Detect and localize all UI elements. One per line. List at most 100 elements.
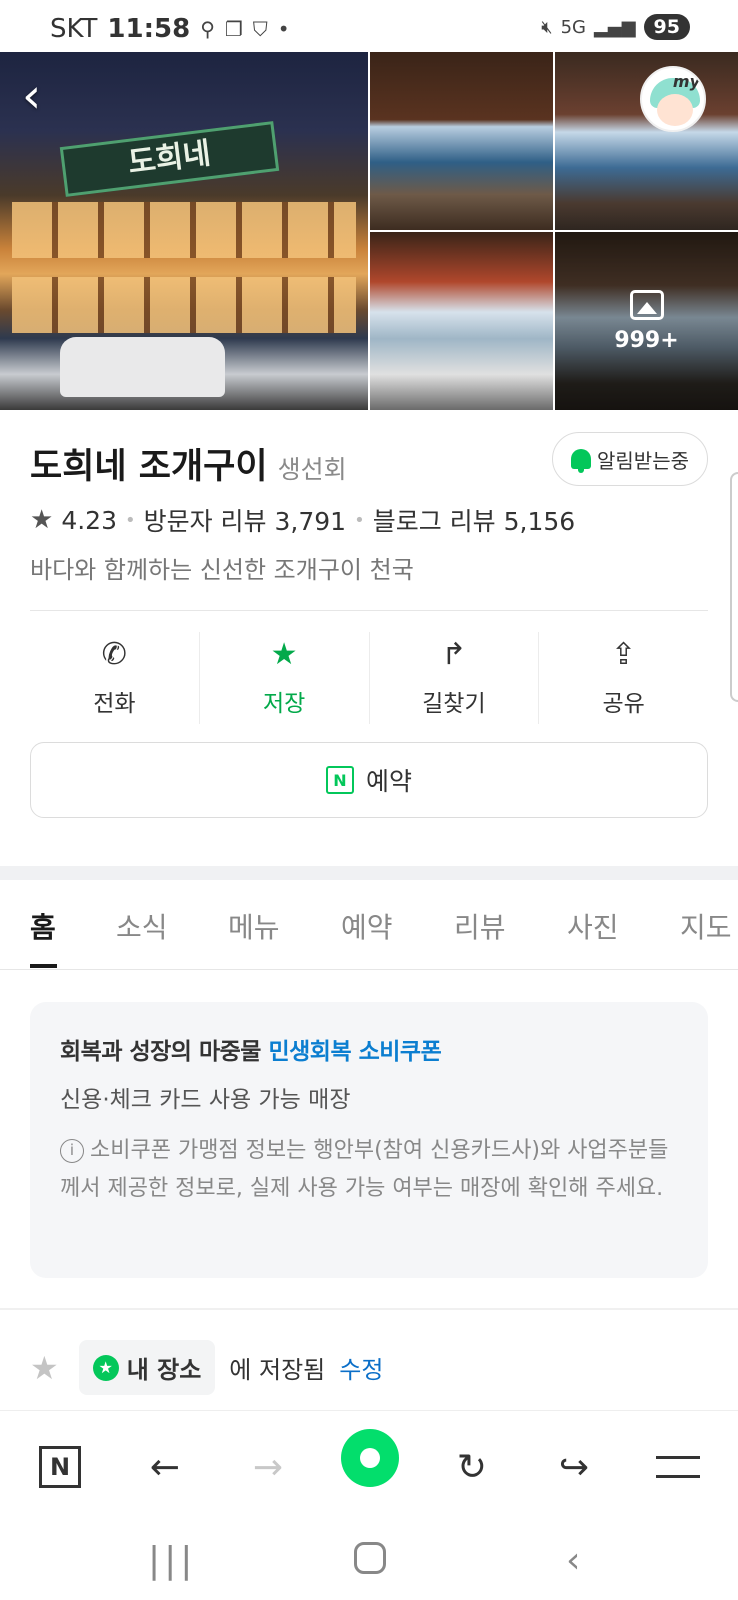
tab-map[interactable]: 지도 <box>680 906 732 946</box>
separator-dot: • <box>124 509 136 531</box>
coupon-note-text: 소비쿠폰 가맹점 정보는 행안부(참여 신용카드사)와 사업주분들께서 제공한 … <box>60 1138 669 1201</box>
phone-icon: ✆ <box>101 637 127 672</box>
coupon-subtitle: 신용·체크 카드 사용 가능 매장 <box>60 1087 351 1113</box>
my-place-label: 내 장소 <box>126 1356 202 1384</box>
coupon-title: 회복과 성장의 마중물 민생회복 소비쿠폰 <box>60 1032 678 1066</box>
arrow-right-icon: → <box>252 1446 284 1488</box>
separator-dot: • <box>354 509 365 531</box>
notification-icon: ⚲ <box>200 17 215 41</box>
share-toolbar-button[interactable]: ↪ <box>544 1437 604 1497</box>
back-button[interactable]: ‹ <box>22 72 66 124</box>
signal-icon: ▂▄▆ <box>594 16 636 38</box>
naver-calendar-icon: N <box>325 766 354 794</box>
my-avatar-button[interactable]: my <box>640 66 706 132</box>
photo-grid[interactable]: 도희네 999+ ‹ my <box>0 52 738 410</box>
photo-window-row <box>12 277 356 333</box>
green-dot-button[interactable] <box>341 1429 399 1487</box>
status-right: 🔇︎ 5G ▂▄▆ 95 <box>541 14 690 40</box>
forward-nav-button[interactable]: → <box>238 1437 298 1497</box>
tab-photo[interactable]: 사진 <box>567 906 619 946</box>
notify-label: 알림받는중 <box>597 448 689 473</box>
status-left: SKT 11:58 ⚲ ❐ ⛉ • <box>50 14 290 44</box>
share-icon: ⇪ <box>611 637 637 672</box>
image-icon <box>629 289 664 320</box>
back-icon[interactable]: ‹ <box>566 1540 580 1581</box>
coupon-title-highlight: 민생회복 소비쿠폰 <box>268 1039 442 1065</box>
section-separator <box>0 866 738 880</box>
action-label: 공유 <box>602 691 645 717</box>
edit-link[interactable]: 수정 <box>339 1350 383 1385</box>
info-icon: i <box>60 1139 84 1163</box>
photo-thumb-4[interactable]: 999+ <box>555 232 738 410</box>
active-tab-indicator <box>30 964 57 968</box>
rating-value: 4.23 <box>61 505 117 535</box>
place-description: 바다와 함께하는 신선한 조개구이 천국 <box>30 556 414 584</box>
avatar-face <box>657 94 693 126</box>
browser-toolbar: N ← → ↻ ↪ <box>0 1410 738 1520</box>
photo-window-row <box>12 202 356 258</box>
shield-icon: ⛉ <box>252 17 268 41</box>
refresh-button[interactable]: ↻ <box>442 1437 502 1497</box>
avatar-label: my <box>672 72 700 91</box>
back-nav-button[interactable]: ← <box>135 1437 195 1497</box>
tab-review[interactable]: 리뷰 <box>454 906 506 946</box>
tab-news[interactable]: 소식 <box>116 906 168 946</box>
reserve-button[interactable]: N 예약 <box>30 742 708 818</box>
directions-button[interactable]: ↱ 길찾기 <box>370 632 540 724</box>
coupon-card[interactable]: 회복과 성장의 마중물 민생회복 소비쿠폰 신용·체크 카드 사용 가능 매장 … <box>30 1002 708 1278</box>
coupon-note: i 소비쿠폰 가맹점 정보는 행안부(참여 신용카드사)와 사업주분들께서 제공한… <box>60 1132 678 1208</box>
notify-button[interactable]: 알림받는중 <box>552 432 708 486</box>
photo-thumb-1[interactable] <box>370 52 553 230</box>
tab-reservation[interactable]: 예약 <box>341 906 393 946</box>
action-label: 길찾기 <box>422 691 486 717</box>
photo-more-overlay[interactable]: 999+ <box>555 232 738 410</box>
place-category: 생선회 <box>277 455 347 484</box>
scroll-indicator <box>730 472 738 702</box>
rating-star-icon: ★ <box>30 505 54 535</box>
menu-button[interactable] <box>648 1437 708 1497</box>
photo-count: 999+ <box>614 327 679 353</box>
recent-apps-icon[interactable]: ||| <box>148 1540 196 1581</box>
place-name: 도희네 조개구이 <box>30 447 268 487</box>
tab-menu[interactable]: 메뉴 <box>228 906 280 946</box>
refresh-icon: ↻ <box>456 1446 488 1488</box>
battery-indicator: 95 <box>643 14 690 40</box>
status-bar: SKT 11:58 ⚲ ❐ ⛉ • 🔇︎ 5G ▂▄▆ 95 <box>0 0 738 52</box>
rating-row: ★ 4.23 • 방문자 리뷰 3,791 • 블로그 리뷰 5,156 <box>30 502 575 538</box>
blog-reviews-link[interactable]: 블로그 리뷰 5,156 <box>373 502 575 538</box>
reserve-label: 예약 <box>365 767 412 796</box>
tab-home[interactable]: 홈 <box>30 906 56 946</box>
tab-bar: 홈 소식 메뉴 예약 리뷰 사진 지도 <box>0 880 738 970</box>
coupon-title-prefix: 회복과 성장의 마중물 <box>60 1039 269 1065</box>
saved-row: ★ ★ 내 장소 에 저장됨 수정 <box>30 1340 383 1395</box>
menu-icon <box>656 1456 700 1478</box>
mute-icon: 🔇︎ <box>541 16 553 38</box>
carrier: SKT <box>50 14 98 44</box>
visitor-reviews-link[interactable]: 방문자 리뷰 3,791 <box>144 502 346 538</box>
my-place-chip[interactable]: ★ 내 장소 <box>78 1340 216 1395</box>
call-button[interactable]: ✆ 전화 <box>30 632 200 724</box>
naver-n-icon: N <box>39 1446 81 1488</box>
directions-icon: ↱ <box>441 637 467 672</box>
dot-icon: • <box>277 17 290 41</box>
photo-car <box>60 337 225 397</box>
restaurant-sign: 도희네 <box>59 121 280 197</box>
share-arrow-icon: ↪ <box>558 1446 590 1488</box>
arrow-left-icon: ← <box>149 1446 181 1488</box>
action-label: 전화 <box>93 691 136 717</box>
green-star-icon: ★ <box>92 1354 119 1381</box>
star-icon: ★ <box>270 637 298 672</box>
divider <box>30 610 708 611</box>
saved-text: 에 저장됨 <box>229 1356 326 1384</box>
title-row: 도희네 조개구이 생선회 <box>30 438 347 489</box>
clock: 11:58 <box>107 14 191 44</box>
photo-thumb-3[interactable] <box>370 232 553 410</box>
system-navigation: ||| ‹ <box>0 1520 738 1600</box>
section-separator <box>0 1308 738 1310</box>
bell-icon <box>571 449 591 473</box>
saved-star-icon: ★ <box>30 1348 59 1387</box>
share-button[interactable]: ⇪ 공유 <box>539 632 708 724</box>
save-button[interactable]: ★ 저장 <box>200 632 370 724</box>
naver-home-button[interactable]: N <box>30 1437 90 1497</box>
home-icon[interactable] <box>354 1542 386 1574</box>
